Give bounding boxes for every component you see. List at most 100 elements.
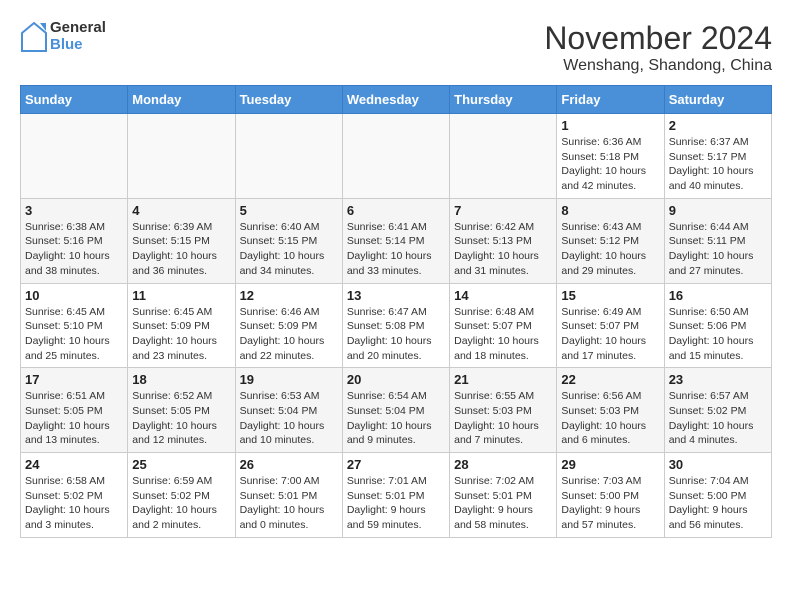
calendar-week-row: 3 Sunrise: 6:38 AM Sunset: 5:16 PM Daylig… <box>21 198 772 283</box>
day-info: Sunrise: 7:04 AM Sunset: 5:00 PM Dayligh… <box>669 474 767 533</box>
day-info: Sunrise: 6:45 AM Sunset: 5:09 PM Dayligh… <box>132 305 230 364</box>
calendar-week-row: 24 Sunrise: 6:58 AM Sunset: 5:02 PM Dayli… <box>21 453 772 538</box>
day-number: 18 <box>132 372 230 387</box>
calendar-cell: 8 Sunrise: 6:43 AM Sunset: 5:12 PM Daylig… <box>557 198 664 283</box>
day-info: Sunrise: 6:54 AM Sunset: 5:04 PM Dayligh… <box>347 389 445 448</box>
day-info: Sunrise: 6:45 AM Sunset: 5:10 PM Dayligh… <box>25 305 123 364</box>
calendar-header: SundayMondayTuesdayWednesdayThursdayFrid… <box>21 86 772 114</box>
calendar-cell: 18 Sunrise: 6:52 AM Sunset: 5:05 PM Dayli… <box>128 368 235 453</box>
calendar-cell: 21 Sunrise: 6:55 AM Sunset: 5:03 PM Dayli… <box>450 368 557 453</box>
day-number: 27 <box>347 457 445 472</box>
day-info: Sunrise: 6:49 AM Sunset: 5:07 PM Dayligh… <box>561 305 659 364</box>
day-info: Sunrise: 6:57 AM Sunset: 5:02 PM Dayligh… <box>669 389 767 448</box>
calendar-cell: 4Sunrise: 6:39 AM Sunset: 5:15 PM Daylig… <box>128 198 235 283</box>
weekday-header: Thursday <box>450 86 557 114</box>
calendar-cell: 2 Sunrise: 6:37 AM Sunset: 5:17 PM Daylig… <box>664 114 771 199</box>
day-info: Sunrise: 6:36 AM Sunset: 5:18 PM Dayligh… <box>561 135 659 194</box>
weekday-header: Wednesday <box>342 86 449 114</box>
calendar-cell: 13 Sunrise: 6:47 AM Sunset: 5:08 PM Dayli… <box>342 283 449 368</box>
day-info: Sunrise: 6:53 AM Sunset: 5:04 PM Dayligh… <box>240 389 338 448</box>
calendar-cell: 19Sunrise: 6:53 AM Sunset: 5:04 PM Dayli… <box>235 368 342 453</box>
calendar-week-row: 1Sunrise: 6:36 AM Sunset: 5:18 PM Daylig… <box>21 114 772 199</box>
title-block: November 2024 Wenshang, Shandong, China <box>544 20 772 75</box>
day-number: 23 <box>669 372 767 387</box>
calendar-cell: 16 Sunrise: 6:50 AM Sunset: 5:06 PM Dayli… <box>664 283 771 368</box>
day-number: 20 <box>347 372 445 387</box>
month-title: November 2024 <box>544 20 772 57</box>
calendar-cell <box>21 114 128 199</box>
day-number: 6 <box>347 203 445 218</box>
day-number: 2 <box>669 118 767 133</box>
calendar-cell: 29Sunrise: 7:03 AM Sunset: 5:00 PM Dayli… <box>557 453 664 538</box>
calendar-table: SundayMondayTuesdayWednesdayThursdayFrid… <box>20 85 772 538</box>
day-number: 13 <box>347 288 445 303</box>
calendar-cell: 27 Sunrise: 7:01 AM Sunset: 5:01 PM Dayli… <box>342 453 449 538</box>
weekday-header: Saturday <box>664 86 771 114</box>
calendar-cell: 6 Sunrise: 6:41 AM Sunset: 5:14 PM Daylig… <box>342 198 449 283</box>
day-number: 12 <box>240 288 338 303</box>
calendar-cell: 9Sunrise: 6:44 AM Sunset: 5:11 PM Daylig… <box>664 198 771 283</box>
day-info: Sunrise: 6:47 AM Sunset: 5:08 PM Dayligh… <box>347 305 445 364</box>
calendar-cell: 7 Sunrise: 6:42 AM Sunset: 5:13 PM Daylig… <box>450 198 557 283</box>
day-info: Sunrise: 6:50 AM Sunset: 5:06 PM Dayligh… <box>669 305 767 364</box>
day-info: Sunrise: 7:01 AM Sunset: 5:01 PM Dayligh… <box>347 474 445 533</box>
calendar-cell: 3 Sunrise: 6:38 AM Sunset: 5:16 PM Daylig… <box>21 198 128 283</box>
calendar-cell: 23 Sunrise: 6:57 AM Sunset: 5:02 PM Dayli… <box>664 368 771 453</box>
calendar-cell: 25 Sunrise: 6:59 AM Sunset: 5:02 PM Dayli… <box>128 453 235 538</box>
day-number: 30 <box>669 457 767 472</box>
day-number: 9 <box>669 203 767 218</box>
location-subtitle: Wenshang, Shandong, China <box>544 57 772 75</box>
calendar-cell <box>450 114 557 199</box>
calendar-cell: 12 Sunrise: 6:46 AM Sunset: 5:09 PM Dayli… <box>235 283 342 368</box>
logo-line1: General <box>50 20 106 37</box>
calendar-cell: 15 Sunrise: 6:49 AM Sunset: 5:07 PM Dayli… <box>557 283 664 368</box>
calendar-cell: 26Sunrise: 7:00 AM Sunset: 5:01 PM Dayli… <box>235 453 342 538</box>
day-number: 25 <box>132 457 230 472</box>
calendar-cell: 10 Sunrise: 6:45 AM Sunset: 5:10 PM Dayli… <box>21 283 128 368</box>
day-info: Sunrise: 6:42 AM Sunset: 5:13 PM Dayligh… <box>454 220 552 279</box>
calendar-week-row: 17Sunrise: 6:51 AM Sunset: 5:05 PM Dayli… <box>21 368 772 453</box>
day-number: 16 <box>669 288 767 303</box>
day-number: 10 <box>25 288 123 303</box>
day-number: 24 <box>25 457 123 472</box>
calendar-cell: 17Sunrise: 6:51 AM Sunset: 5:05 PM Dayli… <box>21 368 128 453</box>
logo-line2: Blue <box>50 37 106 54</box>
day-info: Sunrise: 6:48 AM Sunset: 5:07 PM Dayligh… <box>454 305 552 364</box>
day-number: 7 <box>454 203 552 218</box>
day-info: Sunrise: 6:37 AM Sunset: 5:17 PM Dayligh… <box>669 135 767 194</box>
day-number: 21 <box>454 372 552 387</box>
day-info: Sunrise: 7:03 AM Sunset: 5:00 PM Dayligh… <box>561 474 659 533</box>
weekday-header: Tuesday <box>235 86 342 114</box>
day-info: Sunrise: 6:39 AM Sunset: 5:15 PM Dayligh… <box>132 220 230 279</box>
calendar-week-row: 10 Sunrise: 6:45 AM Sunset: 5:10 PM Dayli… <box>21 283 772 368</box>
weekday-header: Sunday <box>21 86 128 114</box>
day-info: Sunrise: 6:38 AM Sunset: 5:16 PM Dayligh… <box>25 220 123 279</box>
day-info: Sunrise: 6:58 AM Sunset: 5:02 PM Dayligh… <box>25 474 123 533</box>
logo: General Blue <box>20 20 106 53</box>
calendar-cell <box>342 114 449 199</box>
day-info: Sunrise: 7:02 AM Sunset: 5:01 PM Dayligh… <box>454 474 552 533</box>
calendar-cell: 22 Sunrise: 6:56 AM Sunset: 5:03 PM Dayli… <box>557 368 664 453</box>
page-header: General Blue November 2024 Wenshang, Sha… <box>20 20 772 75</box>
day-info: Sunrise: 6:46 AM Sunset: 5:09 PM Dayligh… <box>240 305 338 364</box>
calendar-cell: 20 Sunrise: 6:54 AM Sunset: 5:04 PM Dayli… <box>342 368 449 453</box>
day-number: 8 <box>561 203 659 218</box>
day-number: 28 <box>454 457 552 472</box>
calendar-cell: 5Sunrise: 6:40 AM Sunset: 5:15 PM Daylig… <box>235 198 342 283</box>
day-number: 22 <box>561 372 659 387</box>
day-info: Sunrise: 6:56 AM Sunset: 5:03 PM Dayligh… <box>561 389 659 448</box>
day-number: 5 <box>240 203 338 218</box>
day-info: Sunrise: 6:59 AM Sunset: 5:02 PM Dayligh… <box>132 474 230 533</box>
day-info: Sunrise: 7:00 AM Sunset: 5:01 PM Dayligh… <box>240 474 338 533</box>
calendar-cell: 24 Sunrise: 6:58 AM Sunset: 5:02 PM Dayli… <box>21 453 128 538</box>
day-number: 3 <box>25 203 123 218</box>
weekday-header: Monday <box>128 86 235 114</box>
day-info: Sunrise: 6:52 AM Sunset: 5:05 PM Dayligh… <box>132 389 230 448</box>
calendar-cell: 11Sunrise: 6:45 AM Sunset: 5:09 PM Dayli… <box>128 283 235 368</box>
logo-graphic <box>20 21 48 53</box>
day-info: Sunrise: 6:43 AM Sunset: 5:12 PM Dayligh… <box>561 220 659 279</box>
day-number: 15 <box>561 288 659 303</box>
day-info: Sunrise: 6:55 AM Sunset: 5:03 PM Dayligh… <box>454 389 552 448</box>
day-info: Sunrise: 6:41 AM Sunset: 5:14 PM Dayligh… <box>347 220 445 279</box>
calendar-cell: 28 Sunrise: 7:02 AM Sunset: 5:01 PM Dayli… <box>450 453 557 538</box>
